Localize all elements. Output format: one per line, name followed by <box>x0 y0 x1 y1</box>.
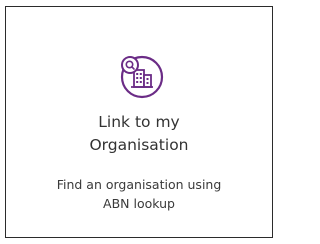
card-description-line-2: ABN lookup <box>103 196 175 211</box>
link-organisation-card[interactable]: Link to my Organisation Find an organisa… <box>5 6 273 238</box>
card-title-line-1: Link to my <box>98 113 180 131</box>
card-description-line-1: Find an organisation using <box>56 177 222 192</box>
card-title-line-2: Organisation <box>89 136 189 154</box>
card-title: Link to my Organisation <box>6 111 272 157</box>
card-description: Find an organisation using ABN lookup <box>26 175 252 213</box>
organisation-search-icon <box>118 53 164 99</box>
